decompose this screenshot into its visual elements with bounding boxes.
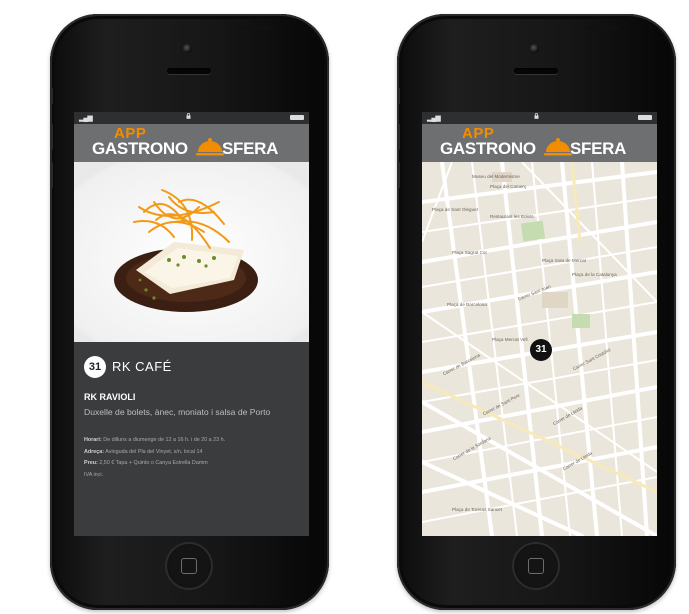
map-street-label: Plaça Sota de Mercat bbox=[542, 258, 586, 263]
logo-left-text: GASTRONO bbox=[92, 139, 188, 158]
hours-value: De dilluns a diumenge de 12 a 16 h. i de… bbox=[103, 437, 226, 443]
map-street-label: Plaça Mercat Vell bbox=[492, 337, 528, 342]
map-street-label: Plaça de Toreras Sanxet bbox=[452, 507, 502, 512]
speaker-grille bbox=[167, 68, 211, 74]
map-street-label: Museu del Modernisme bbox=[472, 174, 520, 179]
hours-label: Horari: bbox=[84, 437, 102, 443]
status-bar: ▂▄▆ bbox=[422, 112, 657, 124]
map-street-label: Plaça Sagrat Cor bbox=[452, 250, 487, 255]
address-row: Adreça: Avinguda del Pla del Vinyet, s/n… bbox=[84, 447, 304, 459]
home-square-icon bbox=[181, 558, 197, 574]
phone-detail: ▂▄▆ APP GASTRONO SFERA 31 RK CAFÉ RK RAV… bbox=[50, 14, 329, 610]
lock-icon bbox=[186, 113, 191, 119]
price-label: Preu: bbox=[84, 460, 98, 466]
volume-down-button bbox=[397, 162, 400, 188]
home-button[interactable] bbox=[512, 542, 560, 590]
signal-icon: ▂▄▆ bbox=[427, 115, 441, 122]
detail-screen: ▂▄▆ APP GASTRONO SFERA 31 RK CAFÉ RK RAV… bbox=[74, 112, 309, 536]
dish-details: Horari: De dilluns a diumenge de 12 a 16… bbox=[84, 435, 304, 481]
vat-note: IVA inci. bbox=[84, 471, 104, 478]
logo-right-text: SFERA bbox=[222, 139, 279, 158]
signal-icon: ▂▄▆ bbox=[79, 115, 93, 122]
camera-icon bbox=[183, 44, 192, 53]
app-header-logo: APP GASTRONO SFERA bbox=[74, 124, 309, 162]
camera-icon bbox=[530, 44, 539, 53]
address-value: Avinguda del Pla del Vinyet, s/n, local … bbox=[105, 448, 203, 455]
map-street-label: Plaça de Barcelona bbox=[447, 302, 487, 307]
phone-map: ▂▄▆ APP GASTRONO SFERA Museu del Moderni… bbox=[397, 14, 676, 610]
app-header-logo: APP GASTRONO SFERA bbox=[422, 124, 657, 162]
address-label: Adreça: bbox=[84, 448, 105, 455]
venue-map-pin[interactable]: 31 bbox=[530, 339, 552, 361]
dish-info-panel: 31 RK CAFÉ RK RAVIOLI Duxelle de bolets,… bbox=[74, 342, 309, 536]
dish-description: Duxelle de bolets, ànec, moniato i salsa… bbox=[84, 407, 271, 417]
logo-left-text: GASTRONO bbox=[440, 139, 536, 158]
power-button bbox=[585, 26, 619, 30]
venue-number-badge: 31 bbox=[84, 356, 106, 378]
map-street-label: Plaça de la Catalunya bbox=[572, 272, 617, 277]
cloche-icon bbox=[196, 138, 224, 156]
venue-name: RK CAFÉ bbox=[112, 359, 172, 374]
hours-row: Horari: De dilluns a diumenge de 12 a 16… bbox=[84, 435, 304, 447]
battery-icon bbox=[290, 115, 304, 120]
battery-icon bbox=[638, 115, 652, 120]
volume-up-button bbox=[50, 124, 53, 150]
volume-up-button bbox=[397, 124, 400, 150]
map-street-label: Plaça de Sant Oleguer bbox=[432, 207, 479, 212]
power-button bbox=[238, 26, 272, 30]
map-view[interactable]: Museu del Modernisme Plaça del Comerç Plaç… bbox=[422, 160, 657, 536]
dish-photo bbox=[74, 162, 309, 342]
home-square-icon bbox=[528, 558, 544, 574]
map-screen: ▂▄▆ APP GASTRONO SFERA Museu del Moderni… bbox=[422, 112, 657, 536]
map-street-label: Plaça del Comerç bbox=[490, 184, 527, 189]
price-row: Preu: 2,50 € Tapa + Quinto o Canya Estre… bbox=[84, 458, 304, 470]
volume-down-button bbox=[50, 162, 53, 188]
speaker-grille bbox=[514, 68, 558, 74]
dish-name: RK RAVIOLI bbox=[84, 392, 136, 402]
home-button[interactable] bbox=[165, 542, 213, 590]
lock-icon bbox=[534, 113, 539, 119]
price-value: 2,50 € Tapa + Quinto o Canya Estrella Da… bbox=[99, 460, 208, 466]
mute-switch bbox=[397, 88, 400, 104]
mute-switch bbox=[50, 88, 53, 104]
map-street-label: Restaurant les Bolets bbox=[490, 214, 534, 219]
status-bar: ▂▄▆ bbox=[74, 112, 309, 124]
logo-right-text: SFERA bbox=[570, 139, 627, 158]
cloche-icon bbox=[544, 138, 572, 156]
